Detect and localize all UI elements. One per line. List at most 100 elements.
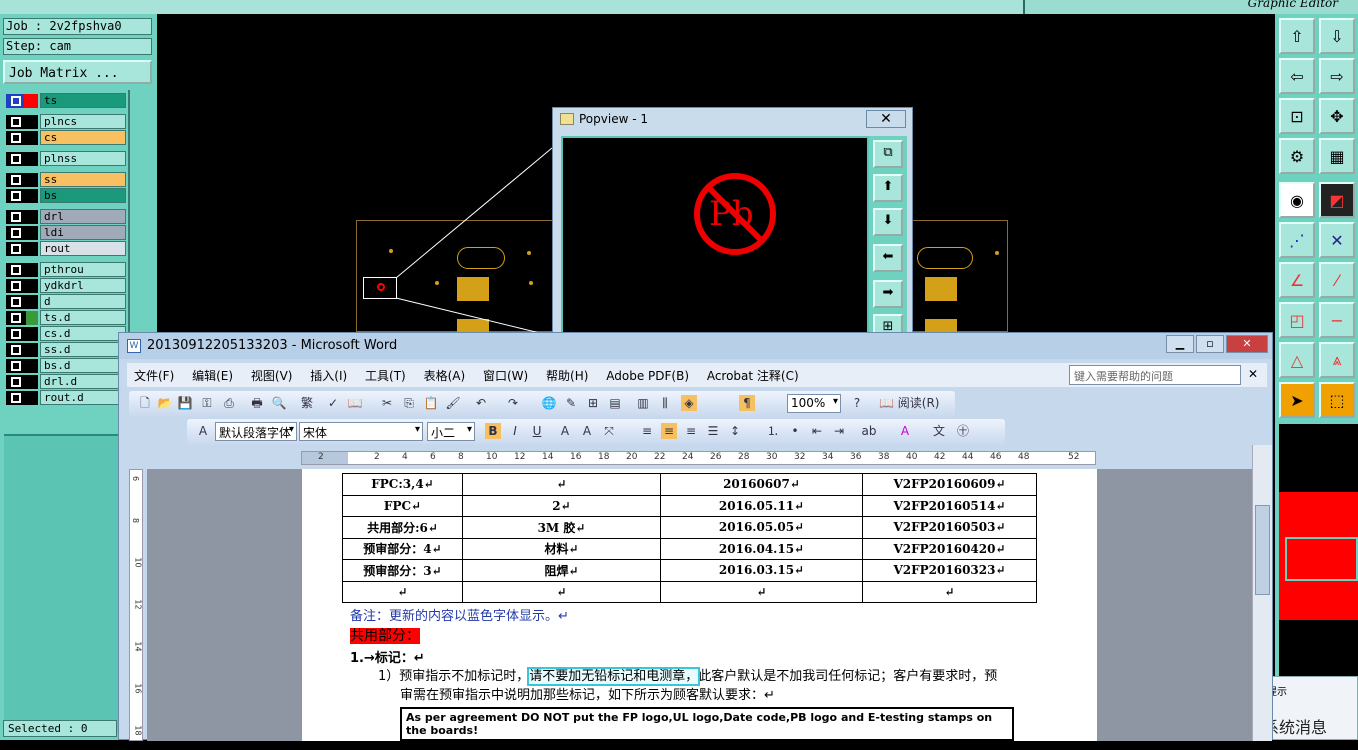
highlight-icon[interactable]: ab (861, 423, 877, 439)
document-page[interactable]: FPC:3,4↵ ↵ 20160607↵ V2FP20160609↵ FPC↵ 2↵ 201… (302, 469, 1097, 750)
new-icon[interactable]: 🗋 (137, 395, 153, 411)
layer-checkbox[interactable] (6, 311, 38, 325)
layer-checkbox[interactable] (6, 94, 38, 108)
bullets-icon[interactable]: • (787, 423, 803, 439)
layer-row[interactable]: drl (4, 208, 128, 224)
font-color-icon[interactable]: A (897, 423, 913, 439)
table-cell[interactable]: 预审部分：4↵ (342, 537, 463, 560)
layer-name[interactable]: rout (40, 241, 126, 256)
net-icon[interactable]: ⋰ (1279, 222, 1315, 258)
menu-table[interactable]: 表格(A) (417, 363, 473, 384)
table-cell[interactable]: ↵ (462, 580, 661, 603)
layer-name[interactable]: rout.d (40, 390, 126, 405)
draw-line-icon[interactable]: ◩ (1319, 182, 1355, 218)
justify-icon[interactable]: ☰ (705, 423, 721, 439)
menu-close-icon[interactable]: ✕ (1241, 363, 1265, 381)
scrollbar-thumb[interactable] (1255, 505, 1270, 595)
table-cell[interactable]: ↵ (462, 473, 661, 496)
table-cell[interactable]: 阻焊↵ (462, 559, 661, 582)
line-spacing-icon[interactable]: ↕ (727, 423, 743, 439)
menu-window[interactable]: 窗口(W) (476, 363, 535, 384)
layer-row[interactable]: drl.d (4, 373, 128, 389)
popview-pan-left-icon[interactable]: ⬅ (873, 244, 903, 272)
layer-name[interactable]: ts (40, 93, 126, 108)
layer-name[interactable]: cs (40, 130, 126, 145)
layer-name[interactable]: cs.d (40, 326, 126, 341)
decrease-indent-icon[interactable]: ⇤ (809, 423, 825, 439)
show-hide-icon[interactable]: ¶ (739, 395, 755, 411)
insert-table-icon[interactable]: ⊞ (585, 395, 601, 411)
font-select[interactable]: 宋体 (299, 422, 423, 441)
char-scale-icon[interactable]: ⤧ (601, 423, 617, 439)
layer-name[interactable]: plnss (40, 151, 126, 166)
layer-row[interactable]: d (4, 293, 128, 309)
enclose-char-icon[interactable]: ㊉ (955, 423, 971, 439)
point-icon[interactable]: ◰ (1279, 302, 1315, 338)
close-button[interactable]: ✕ (1226, 335, 1268, 353)
menu-file[interactable]: 文件(F) (127, 363, 181, 384)
align-left-icon[interactable]: ≡ (639, 423, 655, 439)
insert-excel-icon[interactable]: ▤ (607, 395, 623, 411)
styles-icon[interactable]: A (195, 423, 211, 439)
grid-icon[interactable]: ▦ (1319, 138, 1355, 174)
table-cell[interactable]: 预审部分：3↵ (342, 559, 463, 582)
layer-checkbox[interactable] (6, 375, 38, 389)
table-cell[interactable]: 2↵ (462, 494, 661, 517)
table-cell[interactable]: ↵ (342, 580, 463, 603)
layer-row[interactable]: ldi (4, 224, 128, 240)
align-right-icon[interactable]: ≡ (683, 423, 699, 439)
layer-checkbox[interactable] (6, 279, 38, 293)
layer-name[interactable]: ts.d (40, 310, 126, 325)
slash-icon[interactable]: ⁄ (1319, 262, 1355, 298)
document-area[interactable]: FPC:3,4↵ ↵ 20160607↵ V2FP20160609↵ FPC↵ 2↵ 201… (147, 469, 1252, 750)
layer-checkbox[interactable] (6, 359, 38, 373)
zoom-select[interactable]: 100% (787, 394, 841, 413)
menu-view[interactable]: 视图(V) (244, 363, 300, 384)
layer-name[interactable]: drl (40, 209, 126, 224)
permission-icon[interactable]: ⚿ (199, 395, 215, 411)
pan-up-icon[interactable]: ⇧ (1279, 18, 1315, 54)
format-painter-icon[interactable]: 🖌 (445, 395, 461, 411)
research-icon[interactable]: 📖 (347, 395, 363, 411)
job-matrix-button[interactable]: Job Matrix ... (3, 60, 152, 84)
popview-zoom-icon[interactable]: ⧉ (873, 140, 903, 168)
table-cell[interactable]: 共用部分:6↵ (342, 516, 463, 539)
numbering-icon[interactable]: ⒈ (765, 423, 781, 439)
select-pad-icon[interactable]: ◉ (1279, 182, 1315, 218)
cut-icon[interactable]: ✂ (379, 395, 395, 411)
save-icon[interactable]: 💾 (177, 395, 193, 411)
read-mode-button[interactable]: 📖 阅读(R) (879, 395, 959, 411)
print-preview-icon[interactable]: ⎙ (221, 395, 237, 411)
table-cell[interactable]: 2016.05.05↵ (660, 516, 863, 539)
tables-borders-icon[interactable]: ✎ (563, 395, 579, 411)
help-search-input[interactable]: 键入需要帮助的问题 (1069, 365, 1241, 385)
table-cell[interactable]: V2FP20160514↵ (862, 494, 1037, 517)
layer-name[interactable]: d (40, 294, 126, 309)
layer-row[interactable]: ss.d (4, 341, 128, 357)
table-cell[interactable]: 20160607↵ (660, 473, 863, 496)
triangle-icon[interactable]: △ (1279, 342, 1315, 378)
italic-icon[interactable]: I (507, 423, 523, 439)
table-cell[interactable]: V2FP20160420↵ (862, 537, 1037, 560)
bold-icon[interactable]: B (485, 423, 501, 439)
layer-name[interactable]: ss.d (40, 342, 126, 357)
help-icon[interactable]: ? (849, 395, 865, 411)
minimize-button[interactable]: ▁ (1166, 335, 1194, 353)
popview-fit-icon[interactable]: ⊞ (873, 314, 903, 334)
layer-row[interactable]: bs.d (4, 357, 128, 373)
undo-icon[interactable]: ↶ (473, 395, 489, 411)
traditional-icon[interactable]: 繁 (299, 395, 315, 411)
cross-icon[interactable]: ✕ (1319, 222, 1355, 258)
layer-row[interactable]: cs (4, 129, 128, 145)
table-cell[interactable]: FPC:3,4↵ (342, 473, 463, 496)
layer-row[interactable]: ts.d (4, 309, 128, 325)
size-select[interactable]: 小二 (427, 422, 475, 441)
layer-checkbox[interactable] (6, 263, 38, 277)
table-cell[interactable]: ↵ (660, 580, 863, 603)
layer-checkbox[interactable] (6, 131, 38, 145)
spelling-icon[interactable]: ✓ (325, 395, 341, 411)
menu-adobe-pdf[interactable]: Adobe PDF(B) (599, 365, 696, 383)
pan-down-icon[interactable]: ⇩ (1319, 18, 1355, 54)
style-select[interactable]: 默认段落字体 (215, 422, 297, 441)
table-cell[interactable]: 2016.04.15↵ (660, 537, 863, 560)
